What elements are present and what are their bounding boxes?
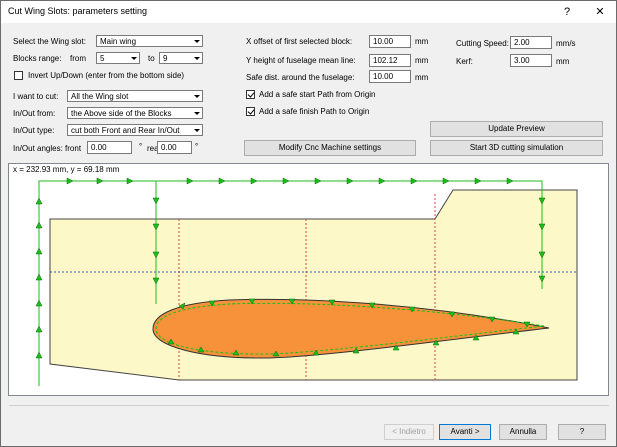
angles-label: In/Out angles: front <box>13 144 82 153</box>
dialog-window: Cut Wing Slots: parameters setting ? ✕ S… <box>0 0 617 447</box>
from-select[interactable]: 5 <box>96 52 140 64</box>
back-button[interactable]: < Indietro <box>384 424 434 440</box>
to-value: 9 <box>163 54 168 63</box>
footer-separator <box>9 405 609 406</box>
x-offset-field[interactable]: 10.00 <box>369 35 411 48</box>
inout-type-select[interactable]: cut both Front and Rear In/Out <box>67 124 203 136</box>
kerf-field[interactable]: 3.00 <box>510 54 552 67</box>
x-offset-label: X offset of first selected block: <box>246 37 353 46</box>
cutting-speed-value: 2.00 <box>514 38 530 47</box>
y-height-unit: mm <box>415 56 429 65</box>
inout-from-select[interactable]: the Above side of the Blocks <box>67 107 203 119</box>
blocks-range-label: Blocks range: <box>13 54 62 63</box>
to-label: to <box>148 54 155 63</box>
from-label: from <box>70 54 86 63</box>
cutting-speed-field[interactable]: 2.00 <box>510 36 552 49</box>
x-offset-unit: mm <box>415 37 429 46</box>
safe-start-checkbox[interactable] <box>246 90 255 99</box>
wing-slot-label: Select the Wing slot: <box>13 37 86 46</box>
kerf-unit: mm <box>556 57 570 66</box>
safe-start-label: Add a safe start Path from Origin <box>259 90 376 99</box>
want-cut-select[interactable]: All the Wing slot <box>67 90 203 102</box>
chevron-down-icon <box>191 36 202 46</box>
rear-angle-value: 0.00 <box>161 143 177 152</box>
cancel-button[interactable]: Annulla <box>499 424 547 440</box>
kerf-label: Kerf: <box>456 57 473 66</box>
y-height-label: Y height of fuselage mean line: <box>246 56 356 65</box>
wing-slot-value: Main wing <box>100 37 137 46</box>
close-icon[interactable]: ✕ <box>585 1 615 23</box>
cutting-speed-label: Cutting Speed: <box>456 39 509 48</box>
from-value: 5 <box>100 54 105 63</box>
to-select[interactable]: 9 <box>159 52 203 64</box>
inout-from-label: In/Out from: <box>13 109 56 118</box>
want-cut-value: All the Wing slot <box>71 92 129 101</box>
invert-label: Invert Up/Down (enter from the bottom si… <box>28 71 185 80</box>
preview-drawing <box>35 177 578 386</box>
x-offset-value: 10.00 <box>373 37 394 46</box>
update-preview-button[interactable]: Update Preview <box>430 121 603 137</box>
help-title-button[interactable]: ? <box>552 1 582 23</box>
chevron-down-icon <box>128 53 139 63</box>
safe-dist-value: 10.00 <box>373 72 394 81</box>
safe-dist-label: Safe dist. around the fuselage: <box>246 73 355 82</box>
front-angle-value: 0.00 <box>91 143 107 152</box>
title-bar: Cut Wing Slots: parameters setting ? ✕ <box>1 1 616 23</box>
inout-type-value: cut both Front and Rear In/Out <box>71 126 180 135</box>
kerf-value: 3.00 <box>514 56 530 65</box>
y-height-field[interactable]: 102.12 <box>369 54 411 67</box>
modify-cnc-button[interactable]: Modify Cnc Machine settings <box>244 140 416 156</box>
chevron-down-icon <box>191 91 202 101</box>
safe-finish-checkbox[interactable] <box>246 107 255 116</box>
chevron-down-icon <box>191 108 202 118</box>
safe-finish-label: Add a safe finish Path to Origin <box>259 107 370 116</box>
rear-degree-label: ° <box>195 142 199 151</box>
window-title: Cut Wing Slots: parameters setting <box>8 6 148 16</box>
next-button[interactable]: Avanti > <box>439 424 491 440</box>
wing-slot-select[interactable]: Main wing <box>96 35 203 47</box>
preview-canvas[interactable]: x = 232.93 mm, y = 69.18 mm <box>8 163 609 396</box>
chevron-down-icon <box>191 53 202 63</box>
inout-from-value: the Above side of the Blocks <box>71 109 172 118</box>
invert-checkbox[interactable] <box>14 71 23 80</box>
safe-dist-field[interactable]: 10.00 <box>369 70 411 83</box>
inout-type-label: In/Out type: <box>13 126 55 135</box>
safe-dist-unit: mm <box>415 73 429 82</box>
front-angle-field[interactable]: 0.00 <box>87 141 132 154</box>
y-height-value: 102.12 <box>373 56 398 65</box>
help-button[interactable]: ? <box>558 424 606 440</box>
start-3d-simulation-button[interactable]: Start 3D cutting simulation <box>430 140 603 156</box>
cutting-speed-unit: mm/s <box>556 39 576 48</box>
want-cut-label: I want to cut: <box>13 92 59 101</box>
chevron-down-icon <box>191 125 202 135</box>
rear-angle-field[interactable]: 0.00 <box>157 141 192 154</box>
front-degree-label: ° <box>139 142 143 151</box>
